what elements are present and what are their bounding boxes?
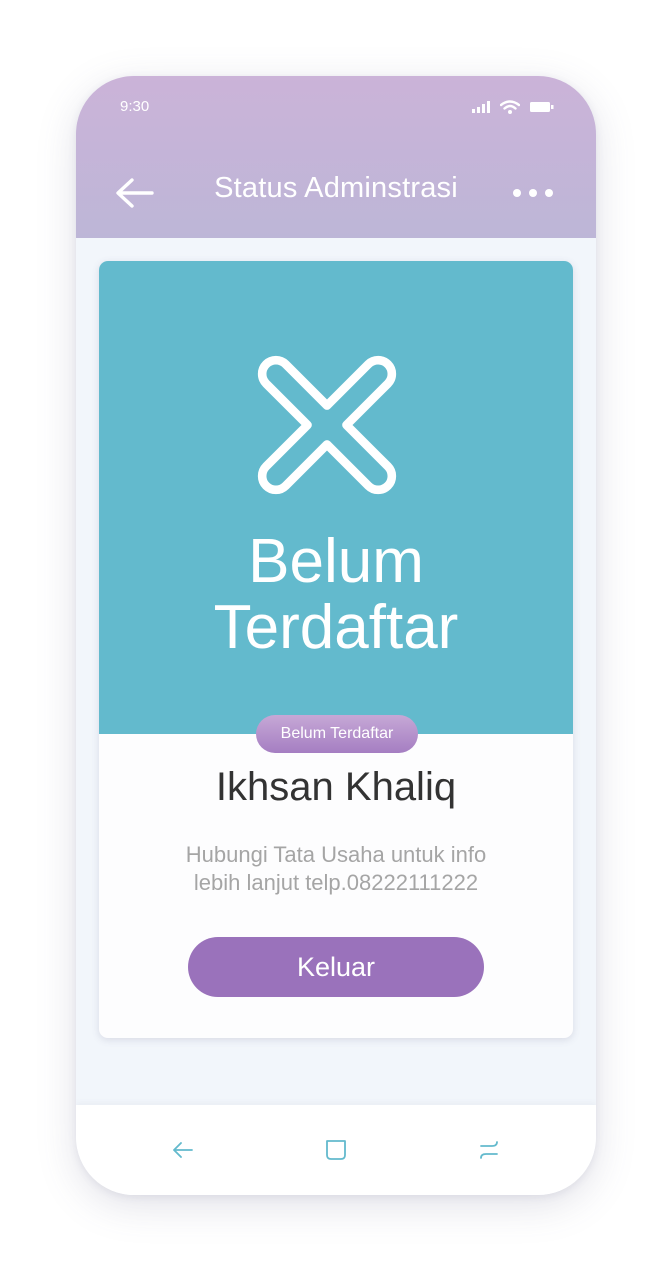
signal-icon: [472, 101, 490, 113]
page-title: Status Adminstrasi: [214, 172, 458, 204]
battery-icon: [530, 102, 554, 112]
status-hero: Belum Terdaftar: [99, 261, 573, 734]
info-text: Hubungi Tata Usaha untuk info lebih lanj…: [139, 841, 533, 897]
status-title-line1: Belum: [248, 527, 424, 596]
back-button[interactable]: [114, 176, 156, 210]
status-icons: [472, 100, 554, 114]
info-line2: lebih lanjut telp.08222111222: [193, 870, 479, 895]
info-line1: Hubungi Tata Usaha untuk info: [185, 842, 487, 867]
app-header: 9:30 Status Adminstrasi: [76, 76, 596, 238]
status-title-line2: Terdaftar: [213, 593, 459, 662]
more-dots-icon: [513, 189, 553, 197]
status-time: 9:30: [120, 98, 150, 115]
status-title: Belum Terdaftar: [99, 529, 573, 661]
x-mark-icon: [257, 355, 397, 495]
more-options-button[interactable]: [512, 186, 554, 200]
arrow-left-icon: [116, 178, 154, 208]
home-nav-icon: [326, 1140, 346, 1160]
system-nav-bar: [76, 1105, 596, 1195]
recent-apps-icon: [480, 1141, 498, 1159]
wifi-icon: [500, 100, 520, 114]
phone-frame: 9:30 Status Adminstrasi Belum Terdaftar …: [76, 76, 596, 1195]
nav-home-button[interactable]: [323, 1137, 349, 1163]
status-card: Belum Terdaftar Belum Terdaftar Ikhsan K…: [99, 261, 573, 1038]
nav-recent-button[interactable]: [476, 1137, 502, 1163]
back-nav-icon: [173, 1142, 193, 1158]
nav-back-button[interactable]: [170, 1137, 196, 1163]
status-badge: Belum Terdaftar: [256, 715, 418, 753]
logout-button[interactable]: Keluar: [188, 937, 484, 997]
user-name: Ikhsan Khaliq: [215, 765, 457, 809]
